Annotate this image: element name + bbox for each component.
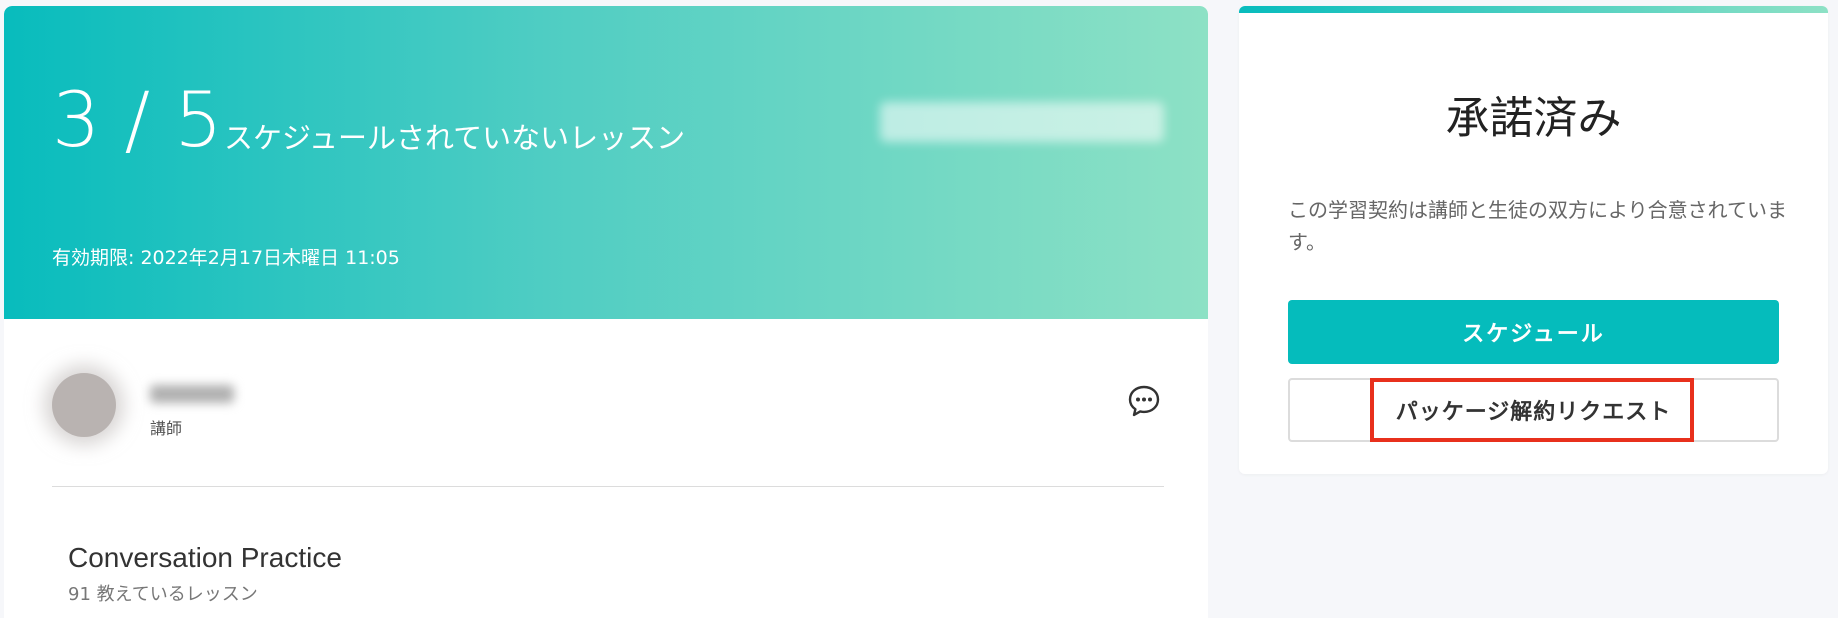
lesson-count: 3 / 5 [52, 75, 223, 164]
status-description: この学習契約は講師と生徒の双方により合意されています。 [1288, 198, 1787, 254]
course-lesson-count: 91 教えているレッスン [68, 584, 258, 605]
status-title: 承諾済み [1445, 93, 1622, 144]
chat-bubble-icon[interactable] [1126, 383, 1162, 419]
package-card: 3 / 5 スケジュールされていないレッスン 有効期限: 2022年2月17日木… [4, 6, 1208, 618]
teacher-row: 講師 [4, 319, 1208, 489]
course-title: Conversation Practice [68, 542, 342, 573]
teacher-name-blurred [150, 385, 234, 403]
lesson-count-label: スケジュールされていないレッスン [224, 121, 686, 155]
teacher-role: 講師 [150, 419, 183, 438]
blurred-badge [880, 102, 1164, 142]
schedule-button[interactable]: スケジュール [1288, 300, 1779, 364]
expiry-date: 有効期限: 2022年2月17日木曜日 11:05 [52, 247, 400, 269]
package-hero: 3 / 5 スケジュールされていないレッスン 有効期限: 2022年2月17日木… [4, 6, 1208, 319]
teacher-avatar [52, 373, 116, 437]
section-divider [52, 486, 1164, 487]
status-panel: 承諾済み この学習契約は講師と生徒の双方により合意されています。 スケジュール … [1239, 6, 1828, 474]
package-cancel-request-button[interactable]: パッケージ解約リクエスト [1288, 378, 1779, 442]
status-accent-bar [1239, 6, 1828, 13]
